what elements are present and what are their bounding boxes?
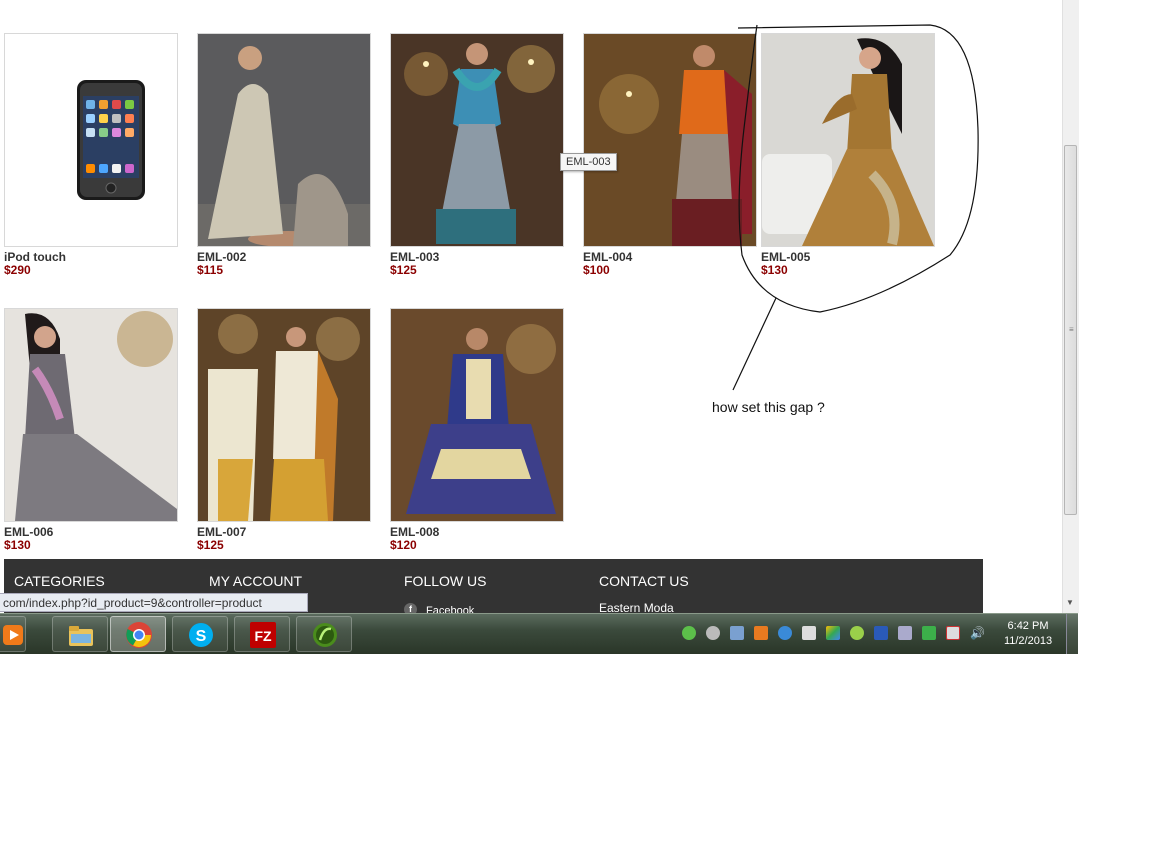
product-card-eml-006[interactable]: EML-006 $130: [4, 308, 180, 552]
tray-device-icon[interactable]: [802, 626, 816, 640]
tray-drive-icon[interactable]: [826, 626, 840, 640]
product-image[interactable]: [390, 308, 564, 522]
product-image[interactable]: [583, 33, 757, 247]
dreamweaver-icon: [313, 623, 337, 647]
taskbar-skype[interactable]: S: [172, 616, 228, 652]
dress-photo-icon: [391, 34, 563, 246]
taskbar-dreamweaver[interactable]: [296, 616, 352, 652]
product-price: $130: [761, 263, 788, 277]
tray-network-icon[interactable]: [874, 626, 888, 640]
dress-photo-icon: [198, 309, 370, 521]
product-card-eml-005[interactable]: EML-005 $130: [761, 33, 937, 277]
clock-time: 6:42 PM: [1007, 620, 1049, 632]
hover-tooltip: EML-003: [560, 153, 617, 171]
taskbar-media-player[interactable]: [0, 616, 26, 652]
product-card-ipod-touch[interactable]: iPod touch $290: [4, 33, 180, 277]
product-image[interactable]: [197, 308, 371, 522]
tray-monitor-icon[interactable]: [730, 626, 744, 640]
tray-sync-icon[interactable]: [778, 626, 792, 640]
filezilla-icon: FZ: [250, 622, 276, 648]
taskbar-file-explorer[interactable]: [52, 616, 108, 652]
taskbar-clock[interactable]: 6:42 PM 11/2/2013: [996, 619, 1060, 649]
product-image[interactable]: [4, 308, 178, 522]
ipod-touch-icon: [77, 80, 145, 200]
browser-viewport: iPod touch $290 EML-002 $115 EML-003 $12…: [0, 0, 1062, 613]
file-explorer-icon: [69, 626, 93, 646]
svg-text:S: S: [196, 628, 207, 645]
svg-text:FZ: FZ: [254, 628, 272, 644]
product-price: $120: [390, 538, 417, 552]
product-image[interactable]: [4, 33, 178, 247]
product-price: $100: [583, 263, 610, 277]
footer-facebook-link[interactable]: Facebook: [426, 605, 474, 613]
show-desktop-button[interactable]: [1066, 614, 1079, 654]
annotation-note: how set this gap ?: [712, 399, 825, 415]
skype-icon: S: [189, 623, 213, 647]
product-card-eml-007[interactable]: EML-007 $125: [197, 308, 373, 552]
footer-contact-name: Eastern Moda: [599, 601, 674, 613]
product-card-eml-003[interactable]: EML-003 $125: [390, 33, 566, 277]
product-price: $125: [197, 538, 224, 552]
footer-contact-us-heading: CONTACT US: [599, 573, 689, 589]
product-card-eml-008[interactable]: EML-008 $120: [390, 308, 566, 552]
clock-date: 11/2/2013: [1003, 635, 1053, 647]
scrollbar-grip-icon: ≡: [1069, 325, 1074, 334]
product-card-eml-002[interactable]: EML-002 $115: [197, 33, 373, 277]
dress-photo-icon: [584, 34, 756, 246]
footer-categories-heading: CATEGORIES: [14, 573, 105, 589]
windows-taskbar: S FZ 🔊 6:42 PM 11/2/2013: [0, 613, 1079, 654]
media-player-icon: [3, 625, 23, 645]
scrollbar-thumb[interactable]: ≡: [1064, 145, 1077, 515]
product-image[interactable]: [390, 33, 564, 247]
tray-music-icon[interactable]: [898, 626, 912, 640]
product-image[interactable]: [761, 33, 935, 247]
footer-my-account-heading: MY ACCOUNT: [209, 573, 303, 589]
taskbar-chrome[interactable]: [110, 616, 166, 652]
tray-app-icon[interactable]: [754, 626, 768, 640]
tray-flag-icon[interactable]: [946, 626, 960, 640]
product-price: $115: [197, 263, 224, 277]
tray-leaf-icon[interactable]: [682, 626, 696, 640]
facebook-icon[interactable]: f: [404, 603, 417, 613]
product-name[interactable]: EML-002: [197, 251, 373, 264]
dress-photo-icon: [198, 34, 370, 246]
taskbar-filezilla[interactable]: FZ: [234, 616, 290, 652]
product-price: $130: [4, 538, 31, 552]
chrome-icon: [126, 622, 152, 648]
tray-check-icon[interactable]: [922, 626, 936, 640]
product-price: $125: [390, 263, 417, 277]
footer-follow-us-heading: FOLLOW US: [404, 573, 487, 589]
product-image[interactable]: [197, 33, 371, 247]
tray-volume-icon[interactable]: 🔊: [970, 626, 985, 640]
tray-globe-icon[interactable]: [850, 626, 864, 640]
dress-photo-icon: [5, 309, 177, 521]
product-price: $290: [4, 263, 31, 277]
scroll-down-arrow-icon[interactable]: ▼: [1066, 598, 1074, 607]
status-bar-url: com/index.php?id_product=9&controller=pr…: [0, 593, 308, 612]
vertical-scrollbar[interactable]: ≡ ▼: [1062, 0, 1079, 613]
dress-photo-icon: [762, 34, 934, 246]
tray-chat-icon[interactable]: [706, 626, 720, 640]
dress-photo-icon: [391, 309, 563, 521]
